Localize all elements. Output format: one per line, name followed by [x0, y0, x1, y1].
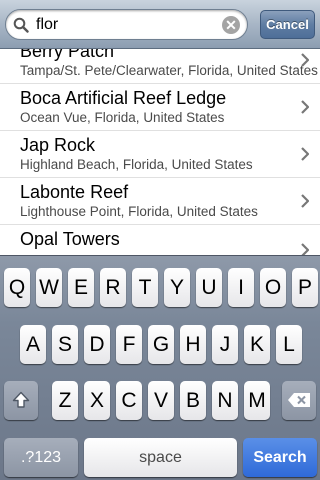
key-r[interactable]: R [100, 268, 126, 307]
key-w[interactable]: W [36, 268, 62, 307]
item-location: Highland Beach, Florida, United States [20, 157, 253, 172]
item-location: Lighthouse Point, Florida, United States [20, 204, 258, 219]
key-b[interactable]: B [180, 381, 206, 420]
chevron-right-icon [301, 194, 309, 208]
search-query: flor [36, 16, 59, 33]
list-item[interactable]: Boca Artificial Reef Ledge Ocean Vue, Fl… [0, 85, 320, 131]
key-f[interactable]: F [116, 325, 142, 364]
key-d[interactable]: D [84, 325, 110, 364]
key-k[interactable]: K [244, 325, 270, 364]
chevron-right-icon [301, 100, 309, 114]
key-v[interactable]: V [148, 381, 174, 420]
key-g[interactable]: G [148, 325, 174, 364]
item-name: Labonte Reef [20, 182, 129, 202]
key-l[interactable]: L [276, 325, 302, 364]
results-list: Berry Patch Tampa/St. Pete/Clearwater, F… [0, 49, 320, 255]
chevron-right-icon [301, 53, 309, 67]
shift-icon [12, 391, 30, 408]
item-name: Boca Artificial Reef Ledge [20, 88, 227, 108]
key-z[interactable]: Z [52, 381, 78, 420]
list-item[interactable]: Jap Rock Highland Beach, Florida, United… [0, 132, 320, 178]
item-name: Berry Patch [20, 49, 115, 61]
shift-key[interactable] [4, 381, 38, 420]
item-location: Tampa/St. Pete/Clearwater, Florida, Unit… [20, 63, 318, 78]
key-y[interactable]: Y [164, 268, 190, 307]
search-icon [13, 17, 29, 33]
key-u[interactable]: U [196, 268, 222, 307]
search-key[interactable]: Search [243, 438, 317, 477]
search-bar: flor ✕ Cancel [0, 0, 320, 49]
item-name: Jap Rock [20, 135, 96, 155]
chevron-right-icon [301, 243, 309, 255]
chevron-right-icon [301, 147, 309, 161]
key-q[interactable]: Q [4, 268, 30, 307]
numbers-key[interactable]: .?123 [4, 438, 78, 477]
list-item[interactable]: Labonte Reef Lighthouse Point, Florida, … [0, 179, 320, 225]
backspace-key[interactable] [282, 381, 316, 420]
key-m[interactable]: M [244, 381, 270, 420]
clear-icon[interactable]: ✕ [222, 16, 240, 34]
key-n[interactable]: N [212, 381, 238, 420]
space-key[interactable]: space [84, 438, 237, 477]
item-name: Opal Towers [20, 229, 120, 249]
key-a[interactable]: A [20, 325, 46, 364]
key-i[interactable]: I [228, 268, 254, 307]
key-j[interactable]: J [212, 325, 238, 364]
key-t[interactable]: T [132, 268, 158, 307]
list-item[interactable]: Berry Patch Tampa/St. Pete/Clearwater, F… [0, 49, 320, 84]
item-location: Ocean Vue, Florida, United States [20, 110, 225, 125]
key-e[interactable]: E [68, 268, 94, 307]
key-c[interactable]: C [116, 381, 142, 420]
key-o[interactable]: O [260, 268, 286, 307]
backspace-icon [288, 393, 310, 407]
key-s[interactable]: S [52, 325, 78, 364]
keyboard: Q W E R T Y U I O P A S D F G H J K L Z … [0, 255, 320, 480]
key-x[interactable]: X [84, 381, 110, 420]
key-p[interactable]: P [292, 268, 318, 307]
key-h[interactable]: H [180, 325, 206, 364]
search-input[interactable]: flor ✕ [5, 9, 248, 40]
cancel-button[interactable]: Cancel [260, 10, 315, 39]
list-item[interactable]: Opal Towers [0, 226, 320, 255]
